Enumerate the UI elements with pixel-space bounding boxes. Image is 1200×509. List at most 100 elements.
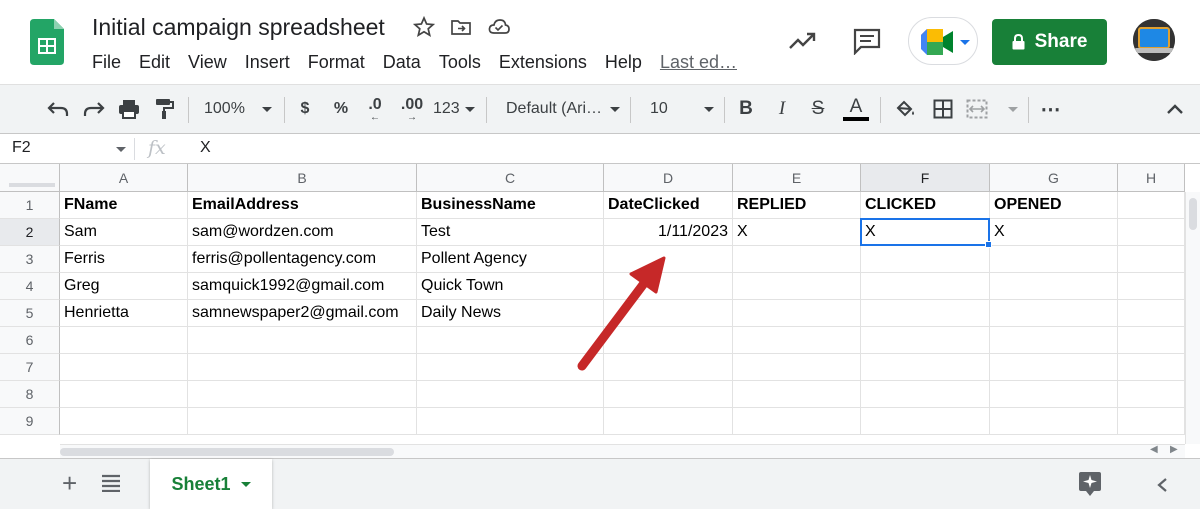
collapse-toolbar-button[interactable] (1162, 85, 1188, 133)
cell-a2[interactable]: Sam (60, 219, 188, 246)
redo-button[interactable] (80, 85, 108, 133)
cell-b8[interactable] (188, 381, 417, 408)
cell-d8[interactable] (604, 381, 733, 408)
menu-file[interactable]: File (92, 52, 121, 73)
side-panel-toggle-icon[interactable] (1156, 477, 1168, 493)
name-box[interactable]: F2 (12, 139, 31, 157)
undo-button[interactable] (44, 85, 72, 133)
row-header-7[interactable]: 7 (0, 354, 60, 381)
cell-a7[interactable] (60, 354, 188, 381)
menu-tools[interactable]: Tools (439, 52, 481, 73)
column-header-g[interactable]: G (990, 164, 1118, 192)
cell-e1[interactable]: REPLIED (733, 192, 861, 219)
scroll-right-icon[interactable]: ▶ (1170, 444, 1178, 455)
row-header-6[interactable]: 6 (0, 327, 60, 354)
cell-c7[interactable] (417, 354, 604, 381)
cell-a8[interactable] (60, 381, 188, 408)
cell-b5[interactable]: samnewspaper2@gmail.com (188, 300, 417, 327)
cell-a5[interactable]: Henrietta (60, 300, 188, 327)
cell-a9[interactable] (60, 408, 188, 435)
vertical-scrollbar[interactable] (1185, 192, 1200, 444)
font-size-select[interactable]: 10 (644, 85, 714, 133)
sheet-tab-sheet1[interactable]: Sheet1 (150, 459, 272, 509)
formula-input[interactable]: X (200, 139, 211, 157)
freeze-handle[interactable] (9, 183, 55, 187)
row-header-3[interactable]: 3 (0, 246, 60, 273)
cell-g8[interactable] (990, 381, 1118, 408)
cell-g7[interactable] (990, 354, 1118, 381)
cell-d4[interactable] (604, 273, 733, 300)
cell-b6[interactable] (188, 327, 417, 354)
move-folder-icon[interactable] (450, 16, 472, 38)
bold-button[interactable]: B (734, 85, 758, 133)
cell-f5[interactable] (861, 300, 990, 327)
cell-e3[interactable] (733, 246, 861, 273)
cell-h2[interactable] (1118, 219, 1185, 246)
cell-c9[interactable] (417, 408, 604, 435)
row-header-9[interactable]: 9 (0, 408, 60, 435)
text-color-button[interactable]: A (842, 85, 870, 133)
cell-c2[interactable]: Test (417, 219, 604, 246)
increase-decimals-button[interactable]: .00 → (396, 85, 428, 133)
decrease-decimals-button[interactable]: .0 ← (360, 85, 390, 133)
column-header-h[interactable]: H (1118, 164, 1185, 192)
select-all-corner[interactable] (0, 164, 60, 192)
cell-h1[interactable] (1118, 192, 1185, 219)
cell-f9[interactable] (861, 408, 990, 435)
cell-g5[interactable] (990, 300, 1118, 327)
add-sheet-icon[interactable]: + (62, 469, 77, 497)
cell-c6[interactable] (417, 327, 604, 354)
cell-d7[interactable] (604, 354, 733, 381)
cell-e7[interactable] (733, 354, 861, 381)
comments-icon[interactable] (852, 27, 882, 55)
cloud-saved-icon[interactable] (488, 16, 510, 38)
font-family-select[interactable]: Default (Ari… (500, 85, 620, 133)
cell-c3[interactable]: Pollent Agency (417, 246, 604, 273)
cell-e5[interactable] (733, 300, 861, 327)
percent-format-button[interactable]: % (330, 85, 352, 133)
cell-d3[interactable] (604, 246, 733, 273)
cell-f4[interactable] (861, 273, 990, 300)
borders-button[interactable] (930, 85, 956, 133)
cell-g6[interactable] (990, 327, 1118, 354)
cell-a6[interactable] (60, 327, 188, 354)
cell-f7[interactable] (861, 354, 990, 381)
cell-h3[interactable] (1118, 246, 1185, 273)
cell-d2[interactable]: 1/11/2023 (604, 219, 733, 246)
cell-h5[interactable] (1118, 300, 1185, 327)
cell-a3[interactable]: Ferris (60, 246, 188, 273)
vertical-scroll-thumb[interactable] (1189, 198, 1197, 230)
cell-e6[interactable] (733, 327, 861, 354)
cell-b1[interactable]: EmailAddress (188, 192, 417, 219)
name-box-dropdown-icon[interactable] (116, 147, 126, 152)
cell-d6[interactable] (604, 327, 733, 354)
menu-view[interactable]: View (188, 52, 227, 73)
horizontal-scrollbar[interactable]: ◀ ▶ (60, 444, 1185, 458)
row-header-8[interactable]: 8 (0, 381, 60, 408)
cell-h9[interactable] (1118, 408, 1185, 435)
strikethrough-button[interactable]: S (806, 85, 830, 133)
cell-g3[interactable] (990, 246, 1118, 273)
last-edit-link[interactable]: Last ed… (660, 52, 737, 73)
cell-g2[interactable]: X (990, 219, 1118, 246)
fill-color-button[interactable] (892, 85, 918, 133)
cell-c4[interactable]: Quick Town (417, 273, 604, 300)
column-header-d[interactable]: D (604, 164, 733, 192)
cell-a4[interactable]: Greg (60, 273, 188, 300)
cell-b7[interactable] (188, 354, 417, 381)
cell-b9[interactable] (188, 408, 417, 435)
menu-data[interactable]: Data (383, 52, 421, 73)
column-header-f[interactable]: F (861, 164, 990, 192)
column-header-b[interactable]: B (188, 164, 417, 192)
cell-d1[interactable]: DateClicked (604, 192, 733, 219)
cell-h7[interactable] (1118, 354, 1185, 381)
zoom-select[interactable]: 100% (200, 85, 276, 133)
currency-format-button[interactable]: $ (294, 85, 316, 133)
cell-f3[interactable] (861, 246, 990, 273)
row-header-1[interactable]: 1 (0, 192, 60, 219)
star-icon[interactable] (413, 16, 435, 38)
menu-format[interactable]: Format (308, 52, 365, 73)
row-header-5[interactable]: 5 (0, 300, 60, 327)
cell-h4[interactable] (1118, 273, 1185, 300)
cell-d5[interactable] (604, 300, 733, 327)
